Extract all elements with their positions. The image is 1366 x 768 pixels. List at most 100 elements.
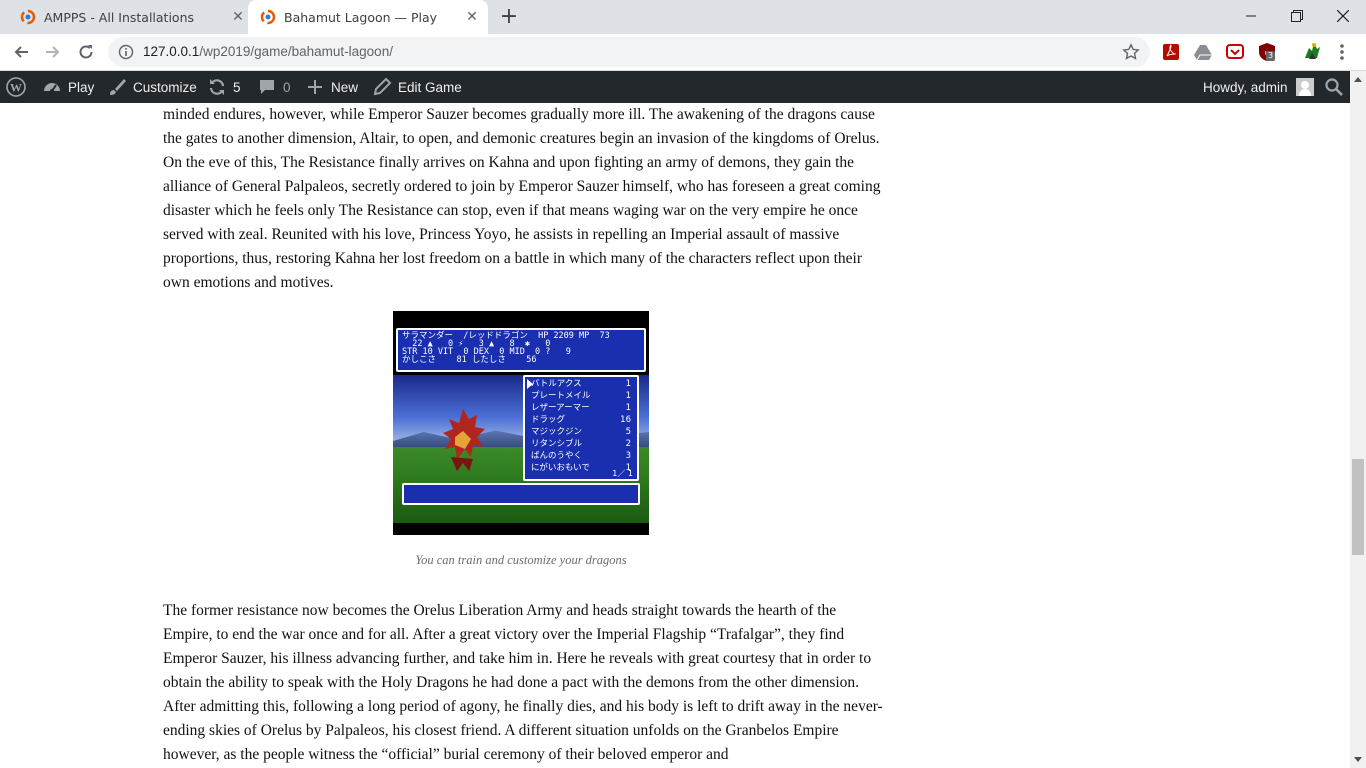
arrow-left-icon xyxy=(14,46,28,58)
play-label: Play xyxy=(68,79,95,95)
tab-ampps[interactable]: AMPPS - All Installations ✕ xyxy=(8,0,246,34)
site-name-play[interactable]: Play xyxy=(42,71,94,103)
ublock-extension-icon[interactable]: u 3 xyxy=(1257,42,1277,62)
game-screenshot: サラマンダー /レッドドラゴン HP 2209 MP 73 22 ▲ 0 ⚡ 3… xyxy=(393,311,649,535)
ampps-favicon-icon xyxy=(20,9,36,25)
triangle-down-icon xyxy=(1354,757,1362,762)
arrow-right-icon xyxy=(46,46,60,58)
reload-icon xyxy=(79,45,93,59)
updates-button[interactable]: 5 xyxy=(207,71,241,103)
ampps-favicon-icon xyxy=(260,9,276,25)
reload-button[interactable] xyxy=(72,38,100,66)
comments-button[interactable]: 0 xyxy=(257,71,291,103)
howdy-label: Howdy, admin xyxy=(1203,79,1288,95)
new-tab-button[interactable]: + xyxy=(498,6,520,29)
menu-cursor-icon xyxy=(527,379,533,389)
comment-bubble-icon xyxy=(260,80,274,94)
wp-logo-button[interactable]: W xyxy=(6,71,26,103)
my-account-button[interactable]: Howdy, admin xyxy=(1203,71,1314,103)
customize-button[interactable]: Customize xyxy=(107,71,197,103)
article-paragraph: minded endures, however, while Emperor S… xyxy=(163,106,881,291)
info-icon[interactable] xyxy=(118,44,134,60)
item-name: ばんのうやく xyxy=(531,451,583,461)
close-tab-icon[interactable]: ✕ xyxy=(464,9,480,25)
close-window-button[interactable] xyxy=(1320,0,1366,32)
updates-refresh-icon xyxy=(209,79,225,95)
svg-text:W: W xyxy=(10,81,22,95)
page-scrollbar[interactable] xyxy=(1350,71,1366,768)
item-name: マジックジン xyxy=(531,427,583,437)
search-button[interactable] xyxy=(1324,71,1344,103)
page-indicator: 1／ 1 xyxy=(612,469,633,478)
item-qty: 5 xyxy=(625,427,631,437)
item-name: ドラッグ xyxy=(531,415,566,425)
scroll-up-button[interactable] xyxy=(1350,71,1366,87)
item-name: バトルアクス xyxy=(531,379,582,389)
customize-label: Customize xyxy=(133,79,197,95)
bookmark-star-icon[interactable] xyxy=(1122,43,1140,61)
edit-game-button[interactable]: Edit Game xyxy=(372,71,462,103)
close-icon xyxy=(1337,10,1349,22)
dragon-stats-panel: サラマンダー /レッドドラゴン HP 2209 MP 73 22 ▲ 0 ⚡ 3… xyxy=(396,328,646,372)
menu-dots-icon[interactable] xyxy=(1336,42,1348,62)
tab-strip: AMPPS - All Installations ✕ Bahamut Lago… xyxy=(0,0,1366,34)
forward-button[interactable] xyxy=(39,38,67,66)
list-item: マジックジン 5 xyxy=(531,426,631,438)
message-panel xyxy=(402,483,640,505)
list-item: プレートメイル 1 xyxy=(531,390,631,402)
item-qty: 2 xyxy=(625,439,631,449)
pencil-icon xyxy=(373,77,392,96)
edit-game-label: Edit Game xyxy=(398,79,462,95)
profile-avatar-icon[interactable] xyxy=(1301,40,1323,62)
comments-count: 0 xyxy=(283,79,291,95)
page-content: minded endures, however, while Emperor S… xyxy=(0,103,1350,768)
avatar xyxy=(1295,78,1314,96)
address-bar[interactable]: 127.0.0.1/wp2019/game/bahamut-lagoon/ xyxy=(108,37,1150,67)
back-button[interactable] xyxy=(7,38,35,66)
item-qty: 3 xyxy=(625,451,631,461)
red-dragon-sprite xyxy=(443,409,485,471)
url-host: 127.0.0.1 xyxy=(143,44,200,59)
pocket-extension-icon[interactable] xyxy=(1225,42,1245,62)
new-label: New xyxy=(331,79,359,95)
stat-row: かしこさ 81 したしさ 56 xyxy=(402,355,537,365)
tab-bahamut-lagoon[interactable]: Bahamut Lagoon — Play ✕ xyxy=(248,0,488,34)
article-paragraph: The former resistance now becomes the Or… xyxy=(163,602,883,763)
new-content-button[interactable]: New xyxy=(305,71,358,103)
plus-icon xyxy=(308,80,322,94)
list-item: リタンシブル 2 xyxy=(531,438,631,450)
search-icon xyxy=(1325,78,1343,96)
updates-count: 5 xyxy=(233,79,241,95)
item-name: にがいおもいで xyxy=(531,463,590,473)
paintbrush-icon xyxy=(110,79,126,95)
list-item: ドラッグ 16 xyxy=(531,414,631,426)
drive-extension-icon[interactable] xyxy=(1193,42,1213,62)
item-qty: 16 xyxy=(620,415,631,425)
scrollbar-thumb[interactable] xyxy=(1352,459,1364,555)
close-tab-icon[interactable]: ✕ xyxy=(230,9,246,25)
wordpress-logo-icon: W xyxy=(6,77,26,97)
item-qty: 1 xyxy=(625,379,631,389)
item-name: リタンシブル xyxy=(531,439,583,449)
minimize-button[interactable] xyxy=(1228,0,1274,32)
tab-title: AMPPS - All Installations xyxy=(44,9,195,25)
restore-button[interactable] xyxy=(1274,0,1320,32)
pdf-extension-icon[interactable] xyxy=(1161,42,1181,62)
item-qty: 1 xyxy=(625,391,631,401)
figure-caption: You can train and customize your dragons xyxy=(415,553,627,567)
extension-badge: 3 xyxy=(1266,51,1276,61)
url-text[interactable]: 127.0.0.1/wp2019/game/bahamut-lagoon/ xyxy=(143,44,393,59)
item-name: レザーアーマー xyxy=(531,403,590,413)
dashboard-gauge-icon xyxy=(44,83,60,93)
url-path: /wp2019/game/bahamut-lagoon/ xyxy=(199,44,393,59)
restore-icon xyxy=(1291,10,1303,22)
minimize-icon xyxy=(1246,15,1256,17)
item-name: プレートメイル xyxy=(531,391,591,401)
wp-admin-bar: W Play Customize 5 0 New Edit Game Howdy… xyxy=(0,71,1350,103)
list-item: バトルアクス 1 xyxy=(531,378,631,390)
list-item: ばんのうやく 3 xyxy=(531,450,631,462)
item-qty: 1 xyxy=(625,403,631,413)
triangle-up-icon xyxy=(1354,77,1362,82)
list-item: レザーアーマー 1 xyxy=(531,402,631,414)
scroll-down-button[interactable] xyxy=(1350,752,1366,768)
